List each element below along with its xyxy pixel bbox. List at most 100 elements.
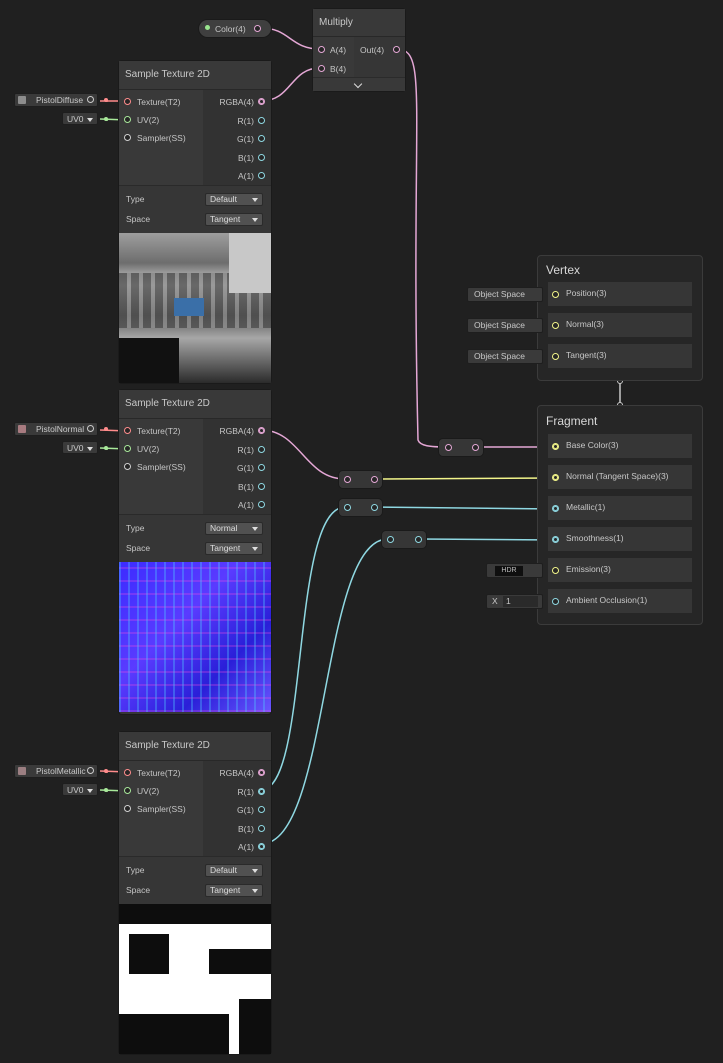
vertex-block-3[interactable]: Tangent(3): [548, 344, 692, 368]
sample-1-texture-thumb-icon: [18, 96, 26, 104]
reroute-smoothness-out[interactable]: [415, 536, 422, 543]
sample-1-input-port-2[interactable]: [124, 134, 131, 141]
vertex-block-1-port[interactable]: [552, 291, 559, 298]
fragment-block-5-port[interactable]: [552, 567, 559, 574]
sample-3-output-port-3[interactable]: [258, 824, 265, 832]
sample-3-output-port-4[interactable]: [258, 843, 265, 850]
sample-texture-node-1[interactable]: Sample Texture 2D Texture(T2) UV(2) Sampler…: [119, 61, 271, 383]
fragment-block-2-port[interactable]: [552, 474, 559, 481]
sample-1-type-dropdown[interactable]: Default: [205, 193, 263, 206]
reroute-smoothness[interactable]: [382, 531, 426, 548]
sample-3-type-dropdown[interactable]: Default: [205, 864, 263, 877]
vertex-block-2-port[interactable]: [552, 322, 559, 329]
fragment-block-4-port[interactable]: [552, 536, 559, 543]
sample-1-output-port-3[interactable]: [258, 153, 265, 161]
sample-1-texture-input-field[interactable]: PistolDiffuse: [14, 93, 98, 107]
multiply-a-label: A(4): [330, 45, 347, 55]
fragment-block-4[interactable]: Smoothness(1): [548, 527, 692, 551]
sample-3-texture-picker-icon[interactable]: [87, 767, 94, 774]
multiply-node-title: Multiply: [313, 9, 405, 37]
multiply-a-port[interactable]: [318, 46, 325, 53]
sample-2-output-port-1[interactable]: [258, 445, 265, 453]
sample-3-input-port-0[interactable]: [124, 769, 131, 776]
multiply-expand-bar[interactable]: [313, 77, 405, 91]
reroute-basecolor-in[interactable]: [445, 444, 452, 451]
vertex-block-3-port[interactable]: [552, 353, 559, 360]
vertex-block-2-space-field[interactable]: Object Space: [467, 318, 543, 333]
reroute-basecolor[interactable]: [439, 439, 483, 456]
sample-2-output-port-3[interactable]: [258, 482, 265, 490]
sample-1-output-port-2[interactable]: [258, 135, 265, 142]
fragment-block-3-port[interactable]: [552, 505, 559, 512]
sample-2-input-label-2: Sampler(SS): [137, 462, 186, 472]
fragment-block-1[interactable]: Base Color(3): [548, 434, 692, 458]
sample-3-uv-dropdown[interactable]: UV0: [62, 783, 98, 796]
sample-2-texture-picker-icon[interactable]: [87, 425, 94, 432]
fragment-block-2[interactable]: Normal (Tangent Space)(3): [548, 465, 692, 489]
sample-3-output-port-2[interactable]: [258, 806, 265, 813]
sample-2-output-port-4[interactable]: [258, 501, 265, 508]
fragment-block-6-port[interactable]: [552, 598, 559, 605]
vertex-block-2[interactable]: Normal(3): [548, 313, 692, 337]
sample-2-space-dropdown[interactable]: Tangent: [205, 542, 263, 555]
sample-3-output-port-1[interactable]: [258, 787, 265, 795]
sample-2-input-port-0[interactable]: [124, 427, 131, 434]
sample-1-output-label-0: RGBA(4): [219, 97, 254, 107]
ambient-occlusion-value-input[interactable]: 1: [503, 596, 538, 607]
fragment-block-6[interactable]: Ambient Occlusion(1): [548, 589, 692, 613]
reroute-smoothness-in[interactable]: [387, 536, 394, 543]
vertex-block-1[interactable]: Position(3): [548, 282, 692, 306]
sample-3-space-value: Tangent: [210, 885, 241, 895]
reroute-basecolor-out[interactable]: [472, 444, 479, 451]
fragment-block-3-label: Metallic(1): [566, 502, 606, 512]
sample-2-output-port-2[interactable]: [258, 464, 265, 471]
vertex-block-3-space-field[interactable]: Object Space: [467, 349, 543, 364]
reroute-normal[interactable]: [339, 471, 382, 488]
reroute-metallic[interactable]: [339, 499, 382, 516]
fragment-block-1-port[interactable]: [552, 443, 559, 450]
sample-1-uv-dropdown[interactable]: UV0: [62, 112, 98, 125]
sample-3-texture-input-field[interactable]: PistolMetallic: [14, 764, 98, 778]
sample-1-input-port-0[interactable]: [124, 98, 131, 105]
color-property-node[interactable]: Color(4): [199, 20, 271, 37]
reroute-metallic-out[interactable]: [371, 504, 378, 511]
sample-2-input-port-2[interactable]: [124, 463, 131, 470]
sample-1-output-port-1[interactable]: [258, 116, 265, 124]
sample-3-type-arrow-icon: [252, 869, 258, 873]
sample-3-output-port-0[interactable]: [258, 769, 265, 776]
vertex-block-1-space-field[interactable]: Object Space: [467, 287, 543, 302]
sample-2-uv-dropdown[interactable]: UV0: [62, 441, 98, 454]
wire-metallic-a-to-reroute: [260, 538, 389, 845]
color-property-out-port[interactable]: [254, 25, 261, 32]
sample-3-output-label-3: B(1): [237, 823, 254, 834]
sample-2-texture-preview: [119, 562, 271, 712]
sample-1-space-dropdown[interactable]: Tangent: [205, 213, 263, 226]
sample-2-texture-input-field[interactable]: PistolNormal: [14, 422, 98, 436]
sample-1-space-arrow-icon: [252, 218, 258, 222]
sample-1-output-port-4[interactable]: [258, 172, 265, 179]
multiply-b-port[interactable]: [318, 65, 325, 72]
sample-2-type-dropdown[interactable]: Normal: [205, 522, 263, 535]
sample-2-input-label-1: UV(2): [137, 444, 160, 454]
sample-texture-node-2[interactable]: Sample Texture 2D Texture(T2) UV(2) Sampler…: [119, 390, 271, 714]
sample-1-output-port-0[interactable]: [258, 98, 265, 105]
emission-hdr-swatch[interactable]: HDR: [495, 566, 523, 576]
reroute-normal-out[interactable]: [371, 476, 378, 483]
sample-texture-node-3[interactable]: Sample Texture 2D Texture(T2) UV(2) Sampler…: [119, 732, 271, 1054]
ambient-occlusion-field[interactable]: X1: [486, 594, 543, 609]
multiply-node[interactable]: Multiply A(4) B(4) Out(4): [313, 9, 405, 91]
sample-3-input-port-2[interactable]: [124, 805, 131, 812]
fragment-block-5[interactable]: Emission(3): [548, 558, 692, 582]
sample-2-output-port-0[interactable]: [258, 427, 265, 434]
reroute-normal-in[interactable]: [344, 476, 351, 483]
sample-1-texture-picker-icon[interactable]: [87, 96, 94, 103]
sample-3-input-port-1[interactable]: [124, 787, 131, 794]
fragment-block-3[interactable]: Metallic(1): [548, 496, 692, 520]
sample-2-input-port-1[interactable]: [124, 445, 131, 452]
reroute-metallic-in[interactable]: [344, 504, 351, 511]
sample-3-space-dropdown[interactable]: Tangent: [205, 884, 263, 897]
multiply-out-port[interactable]: [393, 46, 400, 53]
sample-1-input-port-1[interactable]: [124, 116, 131, 123]
sample-2-output-label-3: B(1): [237, 481, 254, 492]
emission-hdr-field[interactable]: HDR: [486, 563, 543, 578]
